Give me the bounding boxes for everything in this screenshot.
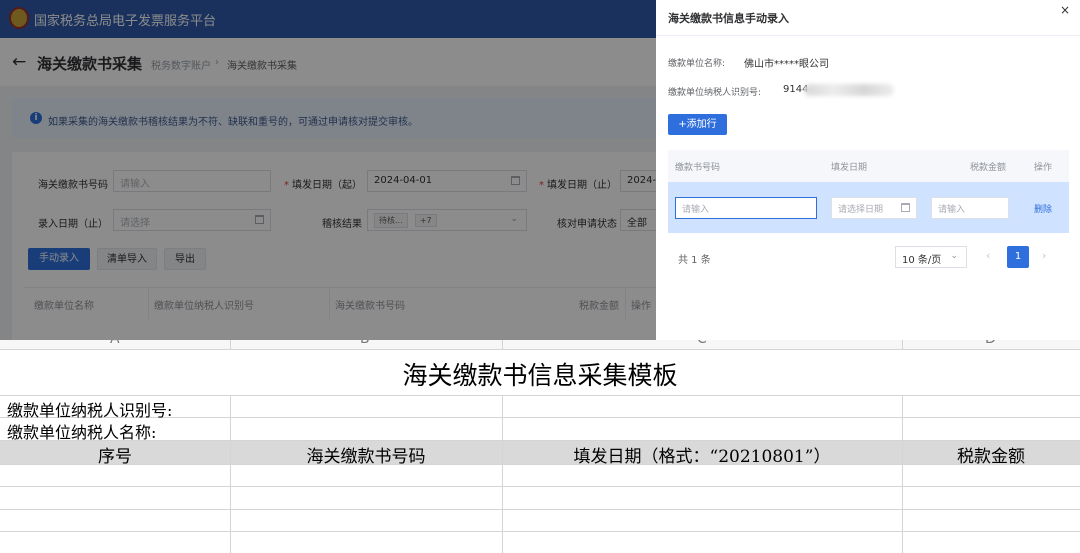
- tax-amount-placeholder: 请输入: [938, 205, 966, 215]
- th-operation: 操作: [1034, 163, 1053, 173]
- column-letter-c[interactable]: C: [697, 340, 707, 347]
- drawer-title: 海关缴款书信息手动录入: [668, 12, 789, 25]
- page-size-select[interactable]: 10 条/页 ⌄: [895, 246, 967, 268]
- sheet-header-seq[interactable]: 序号: [0, 442, 230, 467]
- drawer-divider: [656, 35, 1080, 36]
- sheet-name-label[interactable]: 缴款单位纳税人名称:: [7, 419, 156, 443]
- column-letter-a[interactable]: A: [110, 340, 120, 347]
- grid-line: [902, 395, 903, 553]
- modal-mask[interactable]: [0, 0, 656, 340]
- total-count: 共 1 条: [678, 255, 711, 266]
- chevron-down-icon: ⌄: [950, 251, 958, 261]
- grid-line: [0, 486, 1080, 487]
- column-letter-d[interactable]: D: [985, 340, 996, 347]
- page-size-value: 10 条/页: [902, 255, 942, 266]
- add-row-button[interactable]: +添加行: [668, 114, 727, 135]
- sheet-header-tax-amount[interactable]: 税款金额: [902, 442, 1080, 467]
- payer-name-label: 缴款单位名称:: [668, 59, 726, 69]
- grid-line: [902, 340, 903, 350]
- grid-line: [230, 395, 231, 553]
- manual-entry-drawer: 海关缴款书信息手动录入 × 缴款单位名称: 佛山市*****眼公司 缴款单位纳税…: [656, 0, 1080, 340]
- customs-no-placeholder: 请输入: [682, 205, 710, 215]
- grid-line: [0, 395, 1080, 396]
- page-1-button[interactable]: 1: [1007, 246, 1029, 268]
- column-letter-b[interactable]: B: [360, 340, 370, 347]
- calendar-icon: [901, 203, 910, 212]
- next-page-icon[interactable]: ›: [1042, 249, 1046, 262]
- spreadsheet-template: A B C D 海关缴款书信息采集模板 缴款单位纳税人识别号: 缴款单位纳税人名…: [0, 340, 1080, 553]
- app-window: 国家税务总局电子发票服务平台 ← 海关缴款书采集 税务数字账户 › 海关缴款书采…: [0, 0, 1080, 340]
- issue-date-placeholder: 请选择日期: [838, 205, 884, 215]
- entry-row: 请输入 请选择日期 请输入 删除: [668, 182, 1069, 233]
- grid-line: [0, 531, 1080, 532]
- th-issue-date: 填发日期: [831, 163, 868, 173]
- issue-date-picker[interactable]: 请选择日期: [831, 197, 917, 219]
- payer-tin-label: 缴款单位纳税人识别号:: [668, 88, 762, 98]
- th-tax-amount: 税款金额: [970, 163, 1007, 173]
- sheet-header-issue-date[interactable]: 填发日期（格式：“20210801”）: [502, 442, 902, 467]
- prev-page-icon[interactable]: ‹: [986, 249, 990, 262]
- sheet-header-customs-no[interactable]: 海关缴款书号码: [230, 442, 502, 467]
- delete-row-link[interactable]: 删除: [1034, 202, 1052, 215]
- sheet-title[interactable]: 海关缴款书信息采集模板: [0, 356, 1080, 392]
- tax-amount-input[interactable]: 请输入: [931, 197, 1009, 219]
- th-no: 缴款书号码: [675, 163, 721, 173]
- entry-table-header: 缴款书号码 填发日期 税款金额 操作: [668, 150, 1069, 182]
- screenshot-root: 国家税务总局电子发票服务平台 ← 海关缴款书采集 税务数字账户 › 海关缴款书采…: [0, 0, 1080, 553]
- grid-line: [230, 340, 231, 350]
- sheet-tin-label[interactable]: 缴款单位纳税人识别号:: [7, 397, 172, 421]
- payer-name-value: 佛山市*****眼公司: [744, 59, 829, 70]
- column-header-strip: A B C D: [0, 340, 1080, 350]
- grid-line: [502, 395, 503, 553]
- grid-line: [0, 509, 1080, 510]
- close-icon[interactable]: ×: [1060, 3, 1070, 17]
- grid-line: [502, 340, 503, 350]
- customs-no-input[interactable]: 请输入: [675, 197, 817, 219]
- redacted-tin: [804, 84, 894, 96]
